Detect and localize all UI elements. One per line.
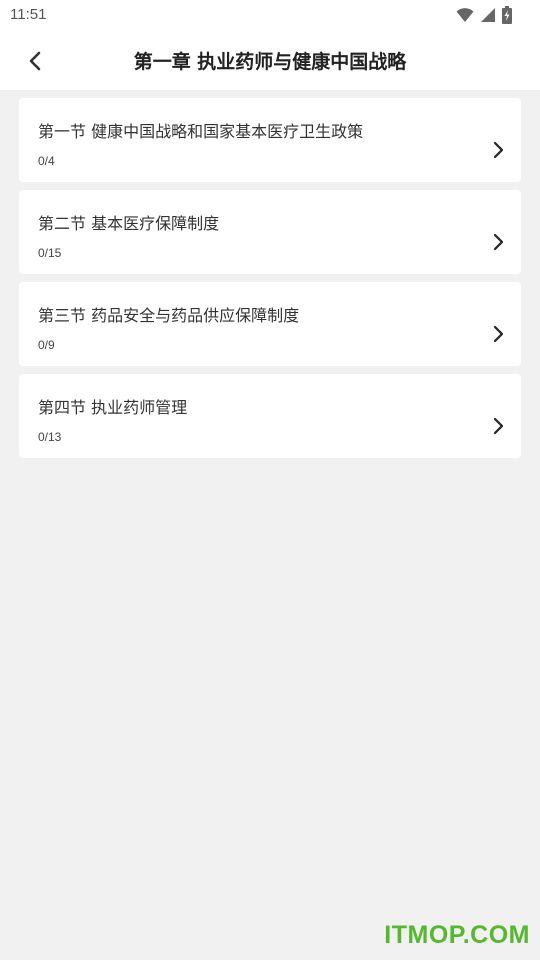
status-icons [456,6,512,24]
section-progress: 0/9 [38,338,55,352]
chevron-right-icon [493,417,504,435]
section-title: 第二节 基本医疗保障制度 [38,214,220,233]
section-card[interactable]: 第三节 药品安全与药品供应保障制度 0/9 [19,282,521,366]
chevron-right-icon [493,141,504,159]
status-time: 11:51 [10,6,47,23]
section-list: 第一节 健康中国战略和国家基本医疗卫生政策 0/4 第二节 基本医疗保障制度 0… [19,98,521,466]
section-card[interactable]: 第一节 健康中国战略和国家基本医疗卫生政策 0/4 [19,98,521,182]
section-card[interactable]: 第二节 基本医疗保障制度 0/15 [19,190,521,274]
section-title: 第四节 执业药师管理 [38,398,188,417]
status-bar: 11:51 [0,0,540,30]
section-card[interactable]: 第四节 执业药师管理 0/13 [19,374,521,458]
chevron-left-icon [29,51,41,71]
section-progress: 0/13 [38,430,62,444]
watermark-logo: ITMOP.COM [384,921,530,949]
page-title: 第一章 执业药师与健康中国战略 [133,51,407,73]
chevron-right-icon [493,233,504,251]
chevron-right-icon [493,325,504,343]
section-title: 第一节 健康中国战略和国家基本医疗卫生政策 [38,122,364,141]
battery-charging-icon [502,6,512,24]
cell-signal-icon [481,8,495,22]
section-progress: 0/4 [38,154,55,168]
back-button[interactable] [18,44,52,78]
app-header: 第一章 执业药师与健康中国战略 [0,30,540,90]
section-progress: 0/15 [38,246,62,260]
section-title: 第三节 药品安全与药品供应保障制度 [38,306,300,325]
wifi-icon [456,8,474,22]
